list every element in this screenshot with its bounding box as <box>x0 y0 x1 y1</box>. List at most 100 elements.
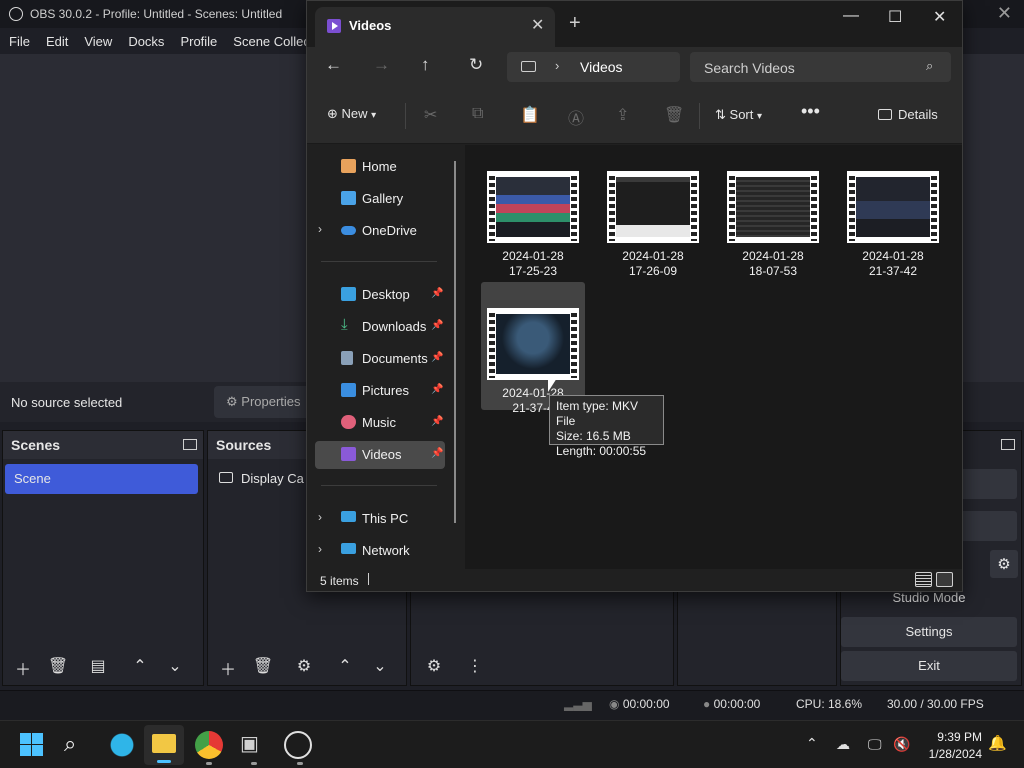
nav-item-desktop[interactable]: Desktop 📌 <box>315 281 445 309</box>
start-icon[interactable] <box>18 731 46 759</box>
add-scene-icon[interactable]: ＋ <box>9 656 37 679</box>
obs-close-icon[interactable]: ✕ <box>997 3 1012 24</box>
move-up-icon[interactable]: ⌃ <box>331 656 359 678</box>
address-bar[interactable]: › Videos <box>507 52 680 82</box>
add-source-icon[interactable]: ＋ <box>214 656 242 679</box>
properties-button[interactable]: ⚙ Properties <box>214 386 314 418</box>
exit-button[interactable]: Exit <box>841 651 1017 681</box>
cloud-icon <box>341 226 356 235</box>
clock-time[interactable]: 9:39 PM <box>937 730 982 744</box>
nav-item-downloads[interactable]: ⤓ Downloads 📌 <box>315 313 445 341</box>
notification-bell-icon[interactable]: 🔔 <box>988 734 1007 752</box>
video-file-item[interactable]: 2024-01-28 18-07-53 <box>721 145 825 278</box>
file-name-time: 18-07-53 <box>748 264 798 278</box>
source-settings-icon[interactable]: ⚙ <box>290 656 318 678</box>
volume-muted-icon[interactable]: 🔇 <box>893 736 910 753</box>
undock-icon[interactable] <box>183 439 197 450</box>
nav-item-label: Network <box>362 543 410 558</box>
copy-icon[interactable]: ⧉ <box>472 105 483 123</box>
gear-icon[interactable]: ⚙ <box>990 550 1018 578</box>
nav-item-network[interactable]: › Network <box>315 537 445 565</box>
up-icon[interactable]: ↑ <box>421 55 430 75</box>
nav-item-home[interactable]: Home <box>315 153 445 181</box>
nav-item-documents[interactable]: Documents 📌 <box>315 345 445 373</box>
menu-file[interactable]: File <box>9 34 30 49</box>
remove-source-icon[interactable]: 🗑 <box>249 656 277 678</box>
undock-icon[interactable] <box>1001 439 1015 450</box>
tab-videos[interactable]: Videos ✕ <box>315 7 555 47</box>
chrome-icon[interactable] <box>195 731 223 765</box>
breadcrumb-videos[interactable]: Videos <box>580 59 623 75</box>
scenes-dock-title: Scenes <box>3 431 203 459</box>
file-explorer-taskbar-button[interactable] <box>144 725 184 765</box>
rename-icon[interactable]: Ⓐ <box>568 105 584 129</box>
onedrive-tray-icon[interactable]: ☁ <box>836 736 850 753</box>
video-file-item[interactable]: 2024-01-28 21-37-42 <box>841 145 945 278</box>
delete-icon[interactable]: 🗑 <box>664 105 684 125</box>
large-icons-view-icon[interactable] <box>936 572 953 587</box>
more-icon[interactable]: ⋮ <box>461 656 489 678</box>
nav-item-label: Pictures <box>362 383 409 398</box>
sort-button[interactable]: ⇅ Sort ▾ <box>715 107 762 123</box>
video-file-item[interactable]: 2024-01-28 17-26-09 <box>601 145 705 278</box>
menu-docks[interactable]: Docks <box>128 34 164 49</box>
share-icon[interactable]: ⇪ <box>616 105 629 125</box>
minimize-icon[interactable]: — <box>843 7 859 25</box>
app-box-icon[interactable]: ▣ <box>240 731 268 765</box>
paste-icon[interactable]: 📋 <box>520 105 540 125</box>
menu-view[interactable]: View <box>84 34 112 49</box>
nav-scrollbar[interactable] <box>454 161 456 523</box>
settings-button[interactable]: Settings <box>841 617 1017 647</box>
details-view-icon[interactable] <box>915 572 932 587</box>
network-tray-icon[interactable]: 🖵 <box>868 736 882 753</box>
search-box[interactable]: Search Videos ⌕ <box>690 52 951 82</box>
close-tab-icon[interactable]: ✕ <box>531 15 544 35</box>
video-file-item[interactable]: 2024-01-28 17-25-23 <box>481 145 585 278</box>
chevron-down-icon: ▾ <box>371 110 377 121</box>
properties-label: Properties <box>241 394 301 409</box>
nav-item-music[interactable]: Music 📌 <box>315 409 445 437</box>
more-options-icon[interactable]: ••• <box>801 101 820 122</box>
move-down-icon[interactable]: ⌄ <box>161 656 189 678</box>
forward-icon[interactable]: → <box>373 55 390 75</box>
nav-item-onedrive[interactable]: › OneDrive <box>315 217 445 245</box>
pc-icon <box>341 511 356 522</box>
clock-date[interactable]: 1/28/2024 <box>929 747 982 761</box>
move-up-icon[interactable]: ⌃ <box>126 656 154 678</box>
menu-profile[interactable]: Profile <box>180 34 217 49</box>
details-button[interactable]: Details <box>878 107 938 122</box>
record-icon: ● <box>703 697 711 711</box>
obs-taskbar-icon[interactable] <box>284 731 312 765</box>
chevron-right-icon[interactable]: › <box>318 222 322 236</box>
tab-title: Videos <box>349 18 392 33</box>
details-pane-icon <box>878 109 892 120</box>
cut-icon[interactable]: ✂ <box>424 105 437 125</box>
scene-filter-icon[interactable]: ▤ <box>84 656 112 678</box>
scene-item[interactable]: Scene <box>5 464 198 494</box>
refresh-icon[interactable]: ↻ <box>469 55 483 75</box>
file-name-date: 2024-01-28 <box>502 249 564 263</box>
chevron-right-icon[interactable]: › <box>318 542 322 556</box>
new-tab-icon[interactable]: + <box>569 13 581 33</box>
nav-item-pictures[interactable]: Pictures 📌 <box>315 377 445 405</box>
chevron-up-icon[interactable]: ⌃ <box>806 735 818 752</box>
nav-item-this-pc[interactable]: › This PC <box>315 505 445 533</box>
new-button[interactable]: ⊕ New ▾ <box>327 106 376 122</box>
remove-scene-icon[interactable]: 🗑 <box>44 656 72 678</box>
divider <box>405 103 406 129</box>
mixer-settings-icon[interactable]: ⚙ <box>420 656 448 678</box>
move-down-icon[interactable]: ⌄ <box>366 656 394 678</box>
menu-scene-collection[interactable]: Scene Collec <box>233 34 310 49</box>
edge-icon[interactable] <box>108 731 136 759</box>
nav-item-videos[interactable]: Videos 📌 <box>315 441 445 469</box>
menu-edit[interactable]: Edit <box>46 34 68 49</box>
nav-item-gallery[interactable]: Gallery <box>315 185 445 213</box>
close-icon[interactable]: ✕ <box>933 7 946 27</box>
source-item[interactable]: Display Ca <box>219 471 304 486</box>
maximize-icon[interactable]: ☐ <box>888 7 902 27</box>
search-icon[interactable]: ⌕ <box>64 731 92 759</box>
chevron-right-icon[interactable]: › <box>318 510 322 524</box>
back-icon[interactable]: ← <box>325 55 342 75</box>
video-file-item-selected[interactable]: 2024-01-28 21-37-4 <box>481 282 585 415</box>
search-input[interactable]: Search Videos <box>704 60 795 76</box>
